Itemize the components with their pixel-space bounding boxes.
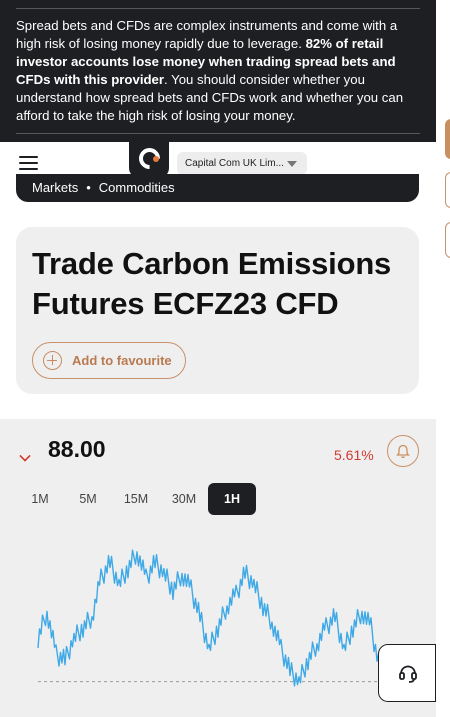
page-title: Trade Carbon Emissions Futures ECFZ23 CF… xyxy=(32,246,392,321)
logo-dot xyxy=(153,156,159,162)
headset-icon xyxy=(399,665,417,683)
banner-divider-top xyxy=(16,8,420,9)
timeframe-5m[interactable]: 5M xyxy=(72,483,104,515)
side-tab-tertiary[interactable] xyxy=(445,222,450,258)
bell-icon xyxy=(396,444,410,458)
price-alert-button[interactable] xyxy=(387,435,419,467)
price-chart[interactable] xyxy=(0,529,436,717)
current-price: 88.00 xyxy=(48,436,106,462)
breadcrumb: Markets • Commodities xyxy=(16,174,419,202)
breadcrumb-separator: • xyxy=(86,180,91,195)
menu-icon[interactable] xyxy=(19,156,38,170)
timeframe-15m[interactable]: 15M xyxy=(118,483,154,515)
logo-c-mark xyxy=(134,143,165,174)
chart-panel: 88.00 5.61% 1M 5M 15M 30M 1H xyxy=(0,419,436,717)
breadcrumb-commodities[interactable]: Commodities xyxy=(99,180,175,195)
add-to-favourite-button[interactable]: Add to favourite xyxy=(32,342,186,379)
timeframe-1h[interactable]: 1H xyxy=(208,483,256,515)
instrument-card: Trade Carbon Emissions Futures ECFZ23 CF… xyxy=(16,227,419,394)
chart-series-line xyxy=(37,549,381,687)
plus-circle-icon xyxy=(43,351,62,370)
price-change: 5.61% xyxy=(334,447,374,463)
entity-selector[interactable]: Capital Com UK Lim... xyxy=(177,152,307,175)
breadcrumb-markets[interactable]: Markets xyxy=(32,180,78,195)
price-down-icon xyxy=(19,450,31,462)
side-tab-primary[interactable] xyxy=(445,119,450,159)
timeframe-30m[interactable]: 30M xyxy=(166,483,202,515)
banner-divider-bottom xyxy=(16,133,420,134)
add-to-favourite-label: Add to favourite xyxy=(72,353,172,368)
timeframe-1m[interactable]: 1M xyxy=(24,483,56,515)
support-chat-button[interactable] xyxy=(378,644,436,702)
chevron-down-icon xyxy=(287,161,297,167)
risk-warning-text: Spread bets and CFDs are complex instrum… xyxy=(16,17,420,125)
side-tab-secondary[interactable] xyxy=(445,172,450,208)
entity-selector-value: Capital Com UK Lim... xyxy=(185,158,284,169)
risk-warning-banner: Spread bets and CFDs are complex instrum… xyxy=(0,0,436,142)
capital-com-logo[interactable] xyxy=(129,142,169,178)
